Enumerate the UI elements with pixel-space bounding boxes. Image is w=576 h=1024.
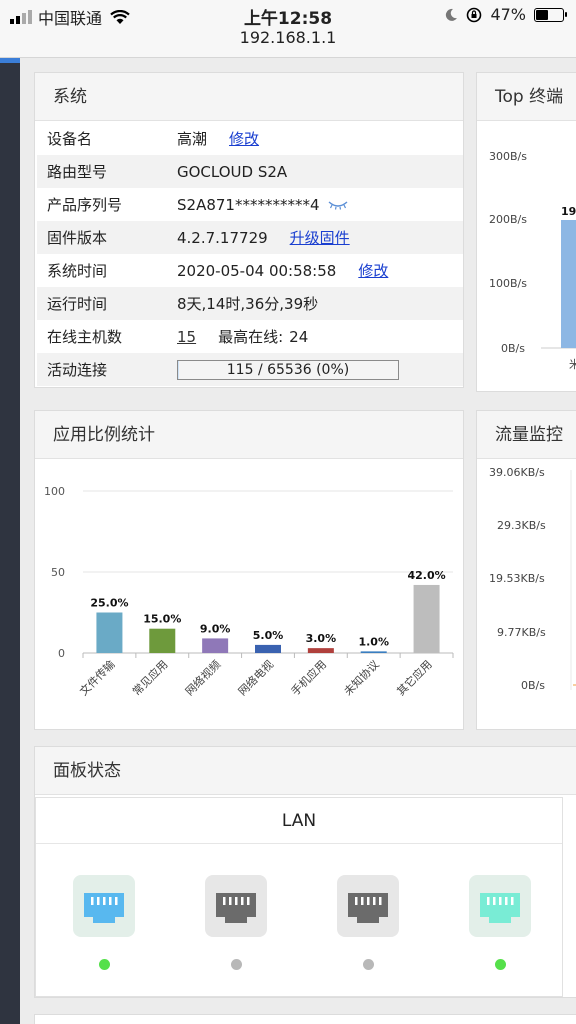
- tt-bar-label: 19: [561, 205, 576, 218]
- uptime-label: 运行时间: [47, 295, 108, 313]
- bar: [255, 644, 281, 653]
- uptime-value: 8天,14时,36分,39秒: [177, 295, 319, 313]
- online-hosts-label: 在线主机数: [47, 328, 123, 346]
- edit-device-name-link[interactable]: 修改: [229, 128, 259, 149]
- tt-ytick-0: 0B/s: [501, 342, 525, 355]
- x-tick-label: 未知协议: [341, 657, 382, 698]
- traffic-title: 流量监控: [477, 411, 576, 459]
- row-system-time: 系统时间 2020-05-04 00:58:58 修改: [37, 254, 463, 287]
- status-bar: 中国联通 上午12:58 192.168.1.1 47%: [0, 0, 576, 58]
- active-connections-label: 活动连接: [47, 361, 108, 379]
- lan-port-status-dot: [495, 959, 506, 970]
- row-serial: 产品序列号 S2A871**********4: [37, 188, 463, 221]
- reveal-eye-icon[interactable]: [328, 200, 348, 210]
- system-time-label: 系统时间: [47, 262, 108, 280]
- serial-label: 产品序列号: [47, 196, 123, 214]
- x-tick-label: 手机应用: [288, 657, 329, 698]
- battery-icon: [534, 7, 567, 22]
- x-tick-label: 常见应用: [129, 657, 170, 698]
- bar-data-label: 3.0%: [306, 632, 337, 645]
- y-tick-label: 100: [44, 485, 65, 498]
- lan-port-status-dot: [231, 959, 242, 970]
- tt-bar: [561, 220, 576, 348]
- row-model: 路由型号 GOCLOUD S2A: [37, 155, 463, 188]
- bar-data-label: 15.0%: [143, 613, 181, 626]
- app-stats-panel: 应用比例统计 0 50 100 25.0% 文件传输 15.0% 常见应用 9.0% 网络视频 5…: [34, 410, 464, 730]
- moon-icon: [446, 8, 458, 21]
- lan-port-icon[interactable]: [73, 875, 135, 937]
- traffic-ytick-0: 39.06KB/s: [489, 466, 545, 479]
- upgrade-firmware-link[interactable]: 升级固件: [290, 227, 350, 248]
- x-tick-label: 网络电视: [235, 657, 276, 698]
- firmware-label: 固件版本: [47, 229, 108, 247]
- app-stats-chart: 0 50 100 25.0% 文件传输 15.0% 常见应用 9.0% 网络视频 5.0% 网络电视…: [44, 485, 454, 698]
- lan-port-icon[interactable]: [205, 875, 267, 937]
- traffic-ytick-2: 19.53KB/s: [489, 572, 545, 585]
- firmware-value: 4.2.7.17729: [177, 228, 268, 247]
- y-tick-label: 0: [58, 647, 65, 660]
- bar-data-label: 5.0%: [253, 629, 284, 642]
- side-nav-strip: [0, 58, 20, 1024]
- row-active-connections: 活动连接 115 / 65536 (0%): [37, 353, 463, 386]
- row-device-name: 设备名 高潮 修改: [37, 122, 463, 155]
- tt-ytick-100: 100B/s: [489, 277, 527, 290]
- top-terminals-chart: 300B/s 200B/s 100B/s 0B/s 19 米: [489, 150, 576, 371]
- top-terminals-panel: Top 终端 300B/s 200B/s 100B/s 0B/s 19 米: [476, 72, 576, 392]
- model-value: GOCLOUD S2A: [177, 162, 288, 181]
- system-panel: 系统 设备名 高潮 修改 路由型号 GOCLOUD S2A 产品序列号 S2A8…: [34, 72, 464, 388]
- online-hosts-link[interactable]: 15: [177, 328, 196, 346]
- traffic-chart: 39.06KB/s 29.3KB/s 19.53KB/s 9.77KB/s 0B…: [489, 466, 576, 692]
- lan-port-status-dot: [99, 959, 110, 970]
- lan-title: LAN: [36, 798, 562, 844]
- bar: [360, 651, 387, 653]
- battery-percent: 47%: [490, 5, 526, 24]
- panel-status-title: 面板状态: [35, 747, 576, 795]
- y-tick-label: 50: [51, 566, 65, 579]
- next-panel: [34, 1014, 576, 1024]
- bar: [149, 628, 176, 653]
- status-right: 47%: [444, 5, 567, 24]
- connections-progress-bar: 115 / 65536 (0%): [177, 359, 399, 380]
- panel-status: 面板状态 LAN: [34, 746, 576, 998]
- x-tick-label: 文件传输: [77, 657, 118, 698]
- edit-system-time-link[interactable]: 修改: [358, 260, 388, 281]
- bar-data-label: 1.0%: [358, 635, 389, 648]
- model-label: 路由型号: [47, 163, 108, 181]
- x-tick-label: 网络视频: [182, 657, 223, 698]
- bar: [307, 648, 334, 653]
- top-terminals-title: Top 终端: [477, 73, 576, 121]
- system-panel-title: 系统: [35, 73, 463, 121]
- connections-value: 115 / 65536 (0%): [226, 361, 350, 378]
- device-name-label: 设备名: [47, 130, 93, 148]
- bar: [202, 638, 229, 653]
- serial-value: S2A871**********4: [177, 195, 320, 214]
- row-online-hosts: 在线主机数 15 最高在线: 24: [37, 320, 463, 353]
- traffic-ytick-4: 0B/s: [521, 679, 545, 692]
- bar-data-label: 25.0%: [90, 597, 128, 610]
- tt-ytick-200: 200B/s: [489, 213, 527, 226]
- tt-x-label: 米: [569, 358, 576, 371]
- device-name-value: 高潮: [177, 130, 208, 148]
- traffic-ytick-1: 29.3KB/s: [497, 519, 546, 532]
- max-online-label: 最高在线:: [218, 328, 284, 346]
- system-time-value: 2020-05-04 00:58:58: [177, 261, 337, 280]
- max-online-value: 24: [289, 327, 309, 346]
- row-firmware: 固件版本 4.2.7.17729 升级固件: [37, 221, 463, 254]
- bar: [96, 612, 123, 653]
- bar-data-label: 9.0%: [200, 622, 231, 635]
- lan-port-icon[interactable]: [469, 875, 531, 937]
- address-bar-url[interactable]: 192.168.1.1: [0, 28, 576, 47]
- bar-data-label: 42.0%: [407, 569, 445, 582]
- rotation-lock-icon: [467, 7, 482, 22]
- lan-port-icon[interactable]: [337, 875, 399, 937]
- tt-ytick-300: 300B/s: [489, 150, 527, 163]
- traffic-panel: 流量监控 39.06KB/s 29.3KB/s 19.53KB/s 9.77KB…: [476, 410, 576, 730]
- x-tick-label: 其它应用: [394, 657, 435, 698]
- row-uptime: 运行时间 8天,14时,36分,39秒: [37, 287, 463, 320]
- traffic-ytick-3: 9.77KB/s: [497, 626, 546, 639]
- bar: [413, 584, 440, 653]
- system-info-table: 设备名 高潮 修改 路由型号 GOCLOUD S2A 产品序列号 S2A871*…: [37, 122, 463, 386]
- lan-port-status-dot: [363, 959, 374, 970]
